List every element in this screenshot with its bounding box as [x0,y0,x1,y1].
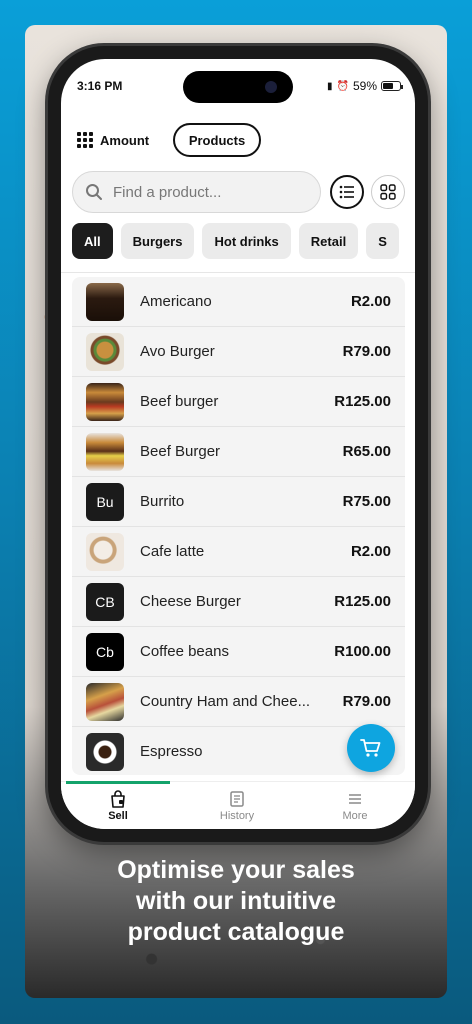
tab-sell-label: Sell [108,810,128,822]
products-tab[interactable]: Products [173,123,261,157]
product-name: Beef burger [140,393,219,410]
beef-burger-thumb [86,432,124,471]
chip-s[interactable]: S [366,223,399,259]
search-row [61,169,415,213]
burrito-thumb: Bu [86,482,124,521]
product-list: Americano R2.00 Avo Burger R79.00 Beef b… [72,277,405,775]
app-screen: 3:16 PM ▮ ⏰ 59% Amount Products Find a p… [61,59,415,829]
status-bar: 3:16 PM ▮ ⏰ 59% [61,79,415,99]
product-name: Cafe latte [140,543,205,560]
product-row[interactable]: Bu Burrito R75.00 [72,477,405,527]
product-row[interactable]: Country Ham and Chee... R79.00 [72,677,405,727]
list-view-button[interactable] [330,175,364,209]
product-row[interactable]: Cb Coffee beans R100.00 [72,627,405,677]
beef-burger-thumb [86,382,124,421]
product-row[interactable]: CB Cheese Burger R125.00 [72,577,405,627]
search-icon [86,184,102,200]
product-name: Avo Burger [140,343,215,360]
amount-label: Amount [100,132,150,148]
product-name: Espresso [140,743,203,760]
menu-icon [349,794,361,804]
espresso-thumb [86,732,124,771]
product-price: R75.00 [342,493,391,510]
tab-more-label: More [342,810,368,822]
grid-view-button[interactable] [371,175,405,209]
product-price: R125.00 [334,593,391,610]
status-right: ▮ ⏰ 59% [327,79,403,93]
bottom-nav: Sell History More [61,781,415,829]
status-time: 3:16 PM [77,79,123,93]
keypad-icon [77,132,93,148]
shopping-bag-icon [111,790,125,808]
cart-icon [360,739,381,757]
product-row[interactable]: Cafe latte R2.00 [72,527,405,577]
product-name: Beef Burger [140,443,221,460]
product-row[interactable]: Beef burger R125.00 [72,377,405,427]
tab-history-label: History [219,810,255,822]
list-icon [339,185,354,199]
amount-tab[interactable]: Amount [77,132,149,148]
active-tab-indicator [66,781,170,784]
promo-headline: Optimise your sales with our intuitive p… [25,855,447,948]
cart-button[interactable] [347,724,395,772]
battery-icon [381,81,403,91]
chip-retail[interactable]: Retail [298,223,359,259]
alarm-icon: ⏰ [336,80,349,92]
americano-thumb [86,282,124,321]
product-name: Cheese Burger [140,593,241,610]
product-name: Country Ham and Chee... [140,693,311,710]
receipt-icon [230,791,244,807]
tab-sell[interactable]: Sell [63,790,173,822]
tab-history[interactable]: History [182,790,292,822]
coffee-beans-thumb: Cb [86,632,124,671]
product-name: Burrito [140,493,185,510]
chip-burgers[interactable]: Burgers [120,223,195,259]
product-price: R79.00 [342,343,391,360]
grid-icon [380,184,396,200]
product-price: R125.00 [334,393,391,410]
product-price: R2.00 [350,293,391,310]
search-input[interactable] [113,183,293,201]
cheese-burger-thumb: CB [86,582,124,621]
chip-hot-drinks[interactable]: Hot drinks [202,223,291,259]
headline-line: with our intuitive [136,887,336,915]
avo-burger-thumb [86,332,124,371]
tab-more[interactable]: More [300,790,410,822]
search-bar [72,171,321,213]
headline-line: Optimise your sales [117,856,355,884]
product-row[interactable]: Beef Burger R65.00 [72,427,405,477]
mode-toggle: Amount Products [61,123,415,159]
phone-frame: 3:16 PM ▮ ⏰ 59% Amount Products Find a p… [48,46,428,842]
product-price: R65.00 [342,443,391,460]
cafe-latte-thumb [86,532,124,571]
product-name: Coffee beans [140,643,229,660]
divider [61,272,415,273]
category-chips: All Burgers Hot drinks Retail S [72,223,415,261]
product-price: R79.00 [342,693,391,710]
product-row[interactable]: Avo Burger R79.00 [72,327,405,377]
battery-percent: 59% [352,79,377,93]
headline-line: product catalogue [127,918,345,946]
product-row[interactable]: Americano R2.00 [72,277,405,327]
product-name: Americano [140,293,212,310]
product-price: R2.00 [350,543,391,560]
sandwich-thumb [86,682,124,721]
sim-icon: ▮ [327,80,333,92]
product-price: R100.00 [334,643,391,660]
chip-all[interactable]: All [72,223,113,259]
